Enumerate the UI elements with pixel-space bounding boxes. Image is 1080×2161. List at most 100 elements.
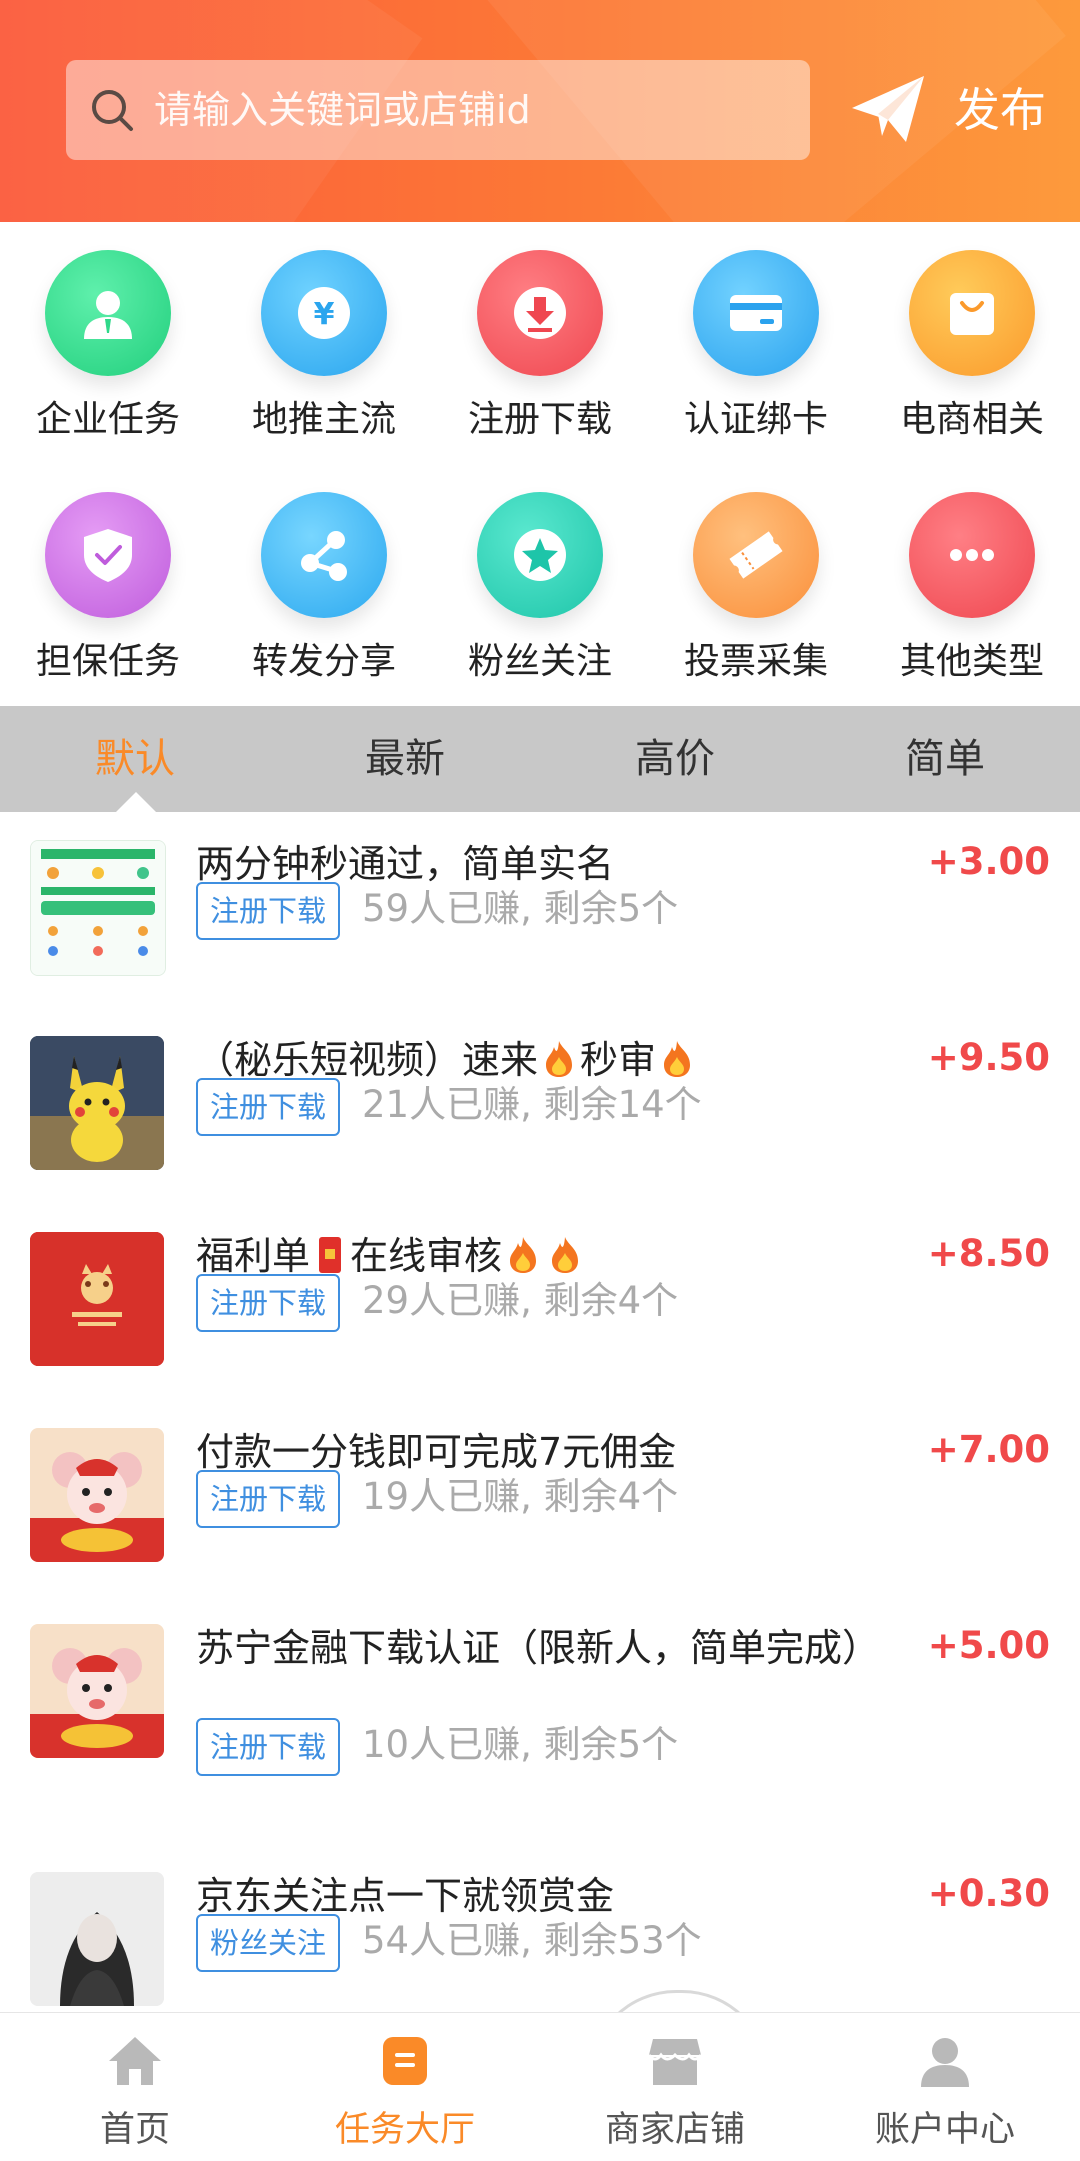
task-hall-icon xyxy=(383,2037,427,2085)
task-thumbnail xyxy=(30,1624,164,1758)
category-icon-bg xyxy=(45,492,171,618)
category-grid: 企业任务 ¥ 地推主流 注册下载 认证绑卡 电商相关 担保任务 转发分享 粉丝关… xyxy=(0,222,1080,706)
task-list: 两分钟秒通过，简单实名 +3.00 注册下载 59人已赚, 剩余5个 （秘乐短视… xyxy=(0,812,1080,2012)
home-icon xyxy=(109,2037,161,2085)
category-icon-bg xyxy=(693,492,819,618)
search-icon xyxy=(92,90,133,131)
task-thumbnail xyxy=(30,1036,164,1170)
task-reward: +9.50 xyxy=(927,1036,1050,1079)
category-verify-bind-card[interactable]: 认证绑卡 xyxy=(648,222,864,452)
nav-task-hall[interactable]: 任务大厅 xyxy=(270,2013,540,2161)
task-stats: 54人已赚, 剩余53个 xyxy=(362,1919,702,1962)
mouse-mascot-image xyxy=(30,1624,164,1758)
category-icon-bg xyxy=(909,492,1035,618)
category-label: 粉丝关注 xyxy=(467,641,612,682)
category-label: 电商相关 xyxy=(899,399,1044,440)
task-category-tag: 注册下载 xyxy=(196,1078,341,1136)
more-icon xyxy=(950,549,994,561)
portrait-photo-image xyxy=(30,1872,164,2006)
search-placeholder: 请输入关键词或店铺id xyxy=(154,88,531,132)
category-forward-share[interactable]: 转发分享 xyxy=(216,464,432,694)
task-category-tag: 粉丝关注 xyxy=(196,1914,341,1972)
nav-merchant-store[interactable]: 商家店铺 xyxy=(540,2013,810,2161)
category-icon-bg: ¥ xyxy=(261,250,387,376)
red-envelope-emoji-icon xyxy=(319,1237,342,1273)
publish-button[interactable]: 发布 xyxy=(848,62,1058,158)
user-icon xyxy=(84,291,132,339)
fire-emoji-icon xyxy=(510,1237,537,1273)
category-label: 转发分享 xyxy=(251,641,396,682)
category-label: 地推主流 xyxy=(251,399,396,440)
svg-text:¥: ¥ xyxy=(314,297,335,332)
tab-high-price[interactable]: 高价 xyxy=(540,706,810,812)
category-icon-bg xyxy=(909,250,1035,376)
category-icon-bg xyxy=(477,492,603,618)
tab-simple[interactable]: 简单 xyxy=(810,706,1080,812)
category-label: 投票采集 xyxy=(683,641,828,682)
task-row[interactable]: （秘乐短视频）速来 秒审 +9.50 注册下载 21人已赚, 剩余14个 xyxy=(0,1008,1080,1204)
fire-emoji-icon xyxy=(552,1237,579,1273)
task-reward: +3.00 xyxy=(927,840,1050,883)
task-thumbnail xyxy=(30,1872,164,2006)
shield-check-icon xyxy=(84,529,132,582)
red-envelope-logo-image xyxy=(30,1232,164,1366)
nav-label: 首页 xyxy=(99,2110,170,2150)
category-icon-bg xyxy=(261,492,387,618)
task-row[interactable]: 苏宁金融下载认证（限新人，简单完成） +5.00 注册下载 10人已赚, 剩余5… xyxy=(0,1596,1080,1844)
yen-icon: ¥ xyxy=(298,287,350,339)
category-label: 企业任务 xyxy=(35,399,180,440)
category-icon-bg xyxy=(693,250,819,376)
task-category-tag: 注册下载 xyxy=(196,882,341,940)
card-icon xyxy=(730,295,782,331)
task-category-tag: 注册下载 xyxy=(196,1274,341,1332)
star-icon xyxy=(514,529,566,581)
category-guarantee-task[interactable]: 担保任务 xyxy=(0,464,216,694)
task-reward: +7.00 xyxy=(927,1428,1050,1471)
task-title-text: 在线审核 xyxy=(350,1234,503,1278)
category-vote-collect[interactable]: 投票采集 xyxy=(648,464,864,694)
fire-emoji-icon xyxy=(546,1041,573,1077)
nav-home[interactable]: 首页 xyxy=(0,2013,270,2161)
task-row[interactable]: 福利单 在线审核 +8.50 注册下载 29人已赚, 剩余4个 xyxy=(0,1204,1080,1400)
shopping-bag-icon xyxy=(950,293,994,335)
task-reward: +8.50 xyxy=(927,1232,1050,1275)
category-ground-promo[interactable]: ¥ 地推主流 xyxy=(216,222,432,452)
category-icon-bg xyxy=(45,250,171,376)
task-row[interactable]: 付款一分钱即可完成7元佣金 +7.00 注册下载 19人已赚, 剩余4个 xyxy=(0,1400,1080,1596)
task-title-text: 秒审 xyxy=(580,1038,657,1082)
task-category-tag: 注册下载 xyxy=(196,1718,341,1776)
nav-label: 账户中心 xyxy=(874,2110,1015,2150)
task-stats: 19人已赚, 剩余4个 xyxy=(362,1475,679,1518)
task-thumbnail xyxy=(30,1428,164,1562)
task-title: 苏宁金融下载认证（限新人，简单完成） xyxy=(196,1626,881,1670)
category-fan-follow[interactable]: 粉丝关注 xyxy=(432,464,648,694)
task-row[interactable]: 两分钟秒通过，简单实名 +3.00 注册下载 59人已赚, 剩余5个 xyxy=(0,812,1080,1008)
task-stats: 59人已赚, 剩余5个 xyxy=(362,887,679,930)
category-other[interactable]: 其他类型 xyxy=(864,464,1080,694)
nav-label: 任务大厅 xyxy=(334,2110,475,2150)
search-input[interactable]: 请输入关键词或店铺id xyxy=(66,60,810,160)
category-icon-bg xyxy=(477,250,603,376)
app-screenshot-image xyxy=(31,841,165,975)
task-title-text: （秘乐短视频）速来 xyxy=(196,1038,539,1082)
category-ecommerce[interactable]: 电商相关 xyxy=(864,222,1080,452)
task-row[interactable]: 京东关注点一下就领赏金 +0.30 粉丝关注 54人已赚, 剩余53个 xyxy=(0,1844,1080,2012)
tab-latest[interactable]: 最新 xyxy=(270,706,540,812)
category-label: 担保任务 xyxy=(35,641,180,682)
account-icon xyxy=(921,2038,969,2087)
task-stats: 29人已赚, 剩余4个 xyxy=(362,1279,679,1322)
ticket-icon xyxy=(729,531,783,579)
category-enterprise-task[interactable]: 企业任务 xyxy=(0,222,216,452)
download-icon xyxy=(514,287,566,339)
task-reward: +0.30 xyxy=(927,1872,1050,1915)
task-stats: 21人已赚, 剩余14个 xyxy=(362,1083,702,1126)
fire-emoji-icon xyxy=(664,1041,691,1077)
mouse-mascot-image xyxy=(30,1428,164,1562)
task-thumbnail xyxy=(30,1232,164,1366)
share-icon xyxy=(301,531,347,581)
task-title-text: 福利单 xyxy=(196,1234,311,1278)
publish-label: 发布 xyxy=(954,83,1046,137)
nav-account-center[interactable]: 账户中心 xyxy=(810,2013,1080,2161)
category-label: 其他类型 xyxy=(899,641,1044,682)
category-register-download[interactable]: 注册下载 xyxy=(432,222,648,452)
